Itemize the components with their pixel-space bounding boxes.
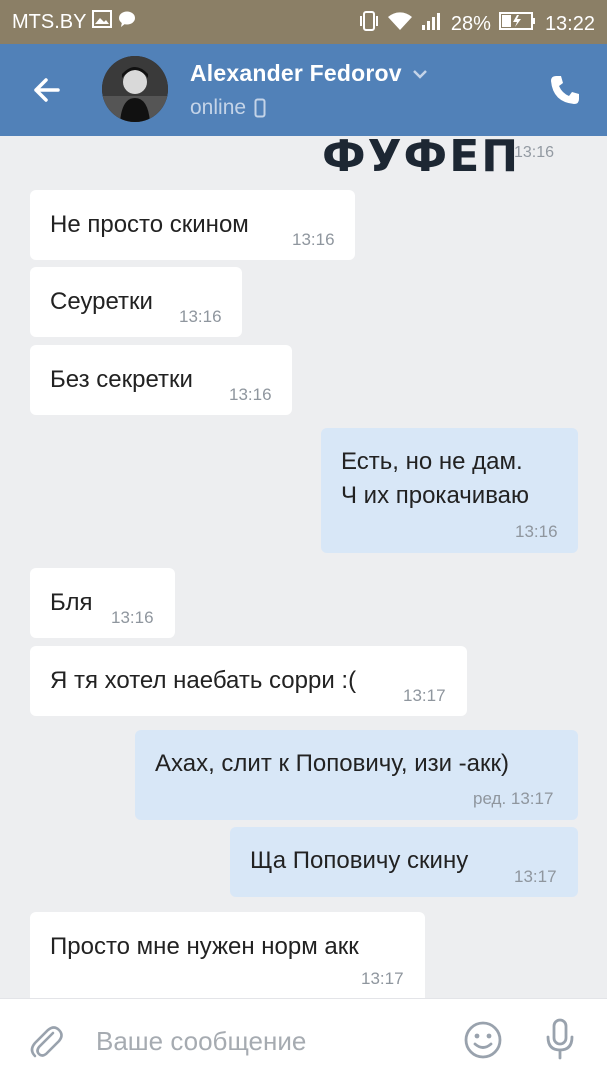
vibrate-icon	[359, 10, 379, 38]
phone-icon	[551, 76, 579, 104]
message-time: ред. 13:17	[473, 789, 554, 808]
message-time: 13:16	[514, 144, 555, 161]
voice-message-button[interactable]	[540, 1017, 580, 1061]
message-time: 13:17	[361, 969, 404, 988]
battery-charging-icon	[498, 11, 537, 37]
message-text: Ахах, слит к Поповичу, изи -акк)	[155, 750, 510, 777]
carrier-name: MTS.BY	[12, 10, 87, 33]
status-bar: MTS.BY 28% 13:22	[0, 0, 607, 44]
battery-percent: 28%	[450, 12, 491, 35]
back-arrow-icon	[34, 78, 60, 102]
mobile-device-icon	[254, 98, 266, 118]
message-text: Просто мне нужен норм акк	[50, 933, 359, 960]
contact-name: Alexander Fedorov	[190, 60, 402, 86]
clock: 13:22	[544, 12, 595, 35]
attach-button[interactable]	[26, 1021, 66, 1061]
smiley-icon	[464, 1021, 502, 1059]
message-input[interactable]	[96, 1021, 426, 1061]
message-text: Бля	[50, 589, 93, 616]
microphone-icon	[546, 1018, 574, 1060]
image-notification-icon	[92, 10, 113, 34]
presence-status: online	[190, 96, 266, 120]
chat-notification-icon	[118, 10, 136, 34]
incoming-message[interactable]: Бля 13:16	[30, 568, 175, 638]
composer-bar	[0, 998, 607, 1080]
emoji-button[interactable]	[462, 1019, 504, 1061]
incoming-message[interactable]: Просто мне нужен норм акк 13:17	[30, 912, 425, 998]
message-time: 13:16	[179, 307, 222, 326]
signal-icon	[421, 11, 443, 37]
incoming-message[interactable]: Без секретки 13:16	[30, 345, 292, 415]
message-text: Не просто скином	[50, 211, 249, 238]
presence-text: online	[190, 96, 247, 119]
message-text: Без секретки	[50, 366, 193, 393]
message-text: Сеуретки	[50, 288, 153, 315]
message-text: Ч их прокачиваю	[341, 482, 530, 509]
message-text: Есть, но не дам.	[341, 448, 523, 475]
call-button[interactable]	[547, 72, 583, 108]
outgoing-message[interactable]: Ща Поповичу скину 13:17	[230, 827, 578, 897]
chat-header: Alexander Fedorov online	[0, 44, 607, 136]
message-time: 13:16	[515, 522, 558, 541]
incoming-message[interactable]: Сеуретки 13:16	[30, 267, 242, 337]
message-list[interactable]: ФУФЕП 13:16 Не просто скином 13:16 Сеуре…	[0, 136, 607, 998]
message-text: Я тя хотел наебать сорри :(	[50, 667, 357, 694]
chevron-down-icon	[412, 69, 427, 79]
message-time: 13:16	[292, 230, 335, 249]
back-button[interactable]	[28, 70, 68, 110]
outgoing-message[interactable]: Есть, но не дам. Ч их прокачиваю 13:16	[321, 428, 578, 553]
contact-avatar[interactable]	[102, 56, 168, 122]
message-time: 13:17	[403, 686, 446, 705]
sticker-message[interactable]: ФУФЕП	[322, 136, 520, 179]
wifi-icon	[387, 11, 413, 37]
contact-name-button[interactable]: Alexander Fedorov	[190, 60, 428, 87]
message-time: 13:16	[111, 608, 154, 627]
outgoing-message[interactable]: Ахах, слит к Поповичу, изи -акк) ред. 13…	[135, 730, 578, 820]
incoming-message[interactable]: Не просто скином 13:16	[30, 190, 355, 260]
message-text: Ща Поповичу скину	[250, 847, 469, 874]
incoming-message[interactable]: Я тя хотел наебать сорри :( 13:17	[30, 646, 467, 716]
message-time: 13:16	[229, 385, 272, 404]
paperclip-icon	[30, 1026, 63, 1058]
message-time: 13:17	[514, 867, 557, 886]
